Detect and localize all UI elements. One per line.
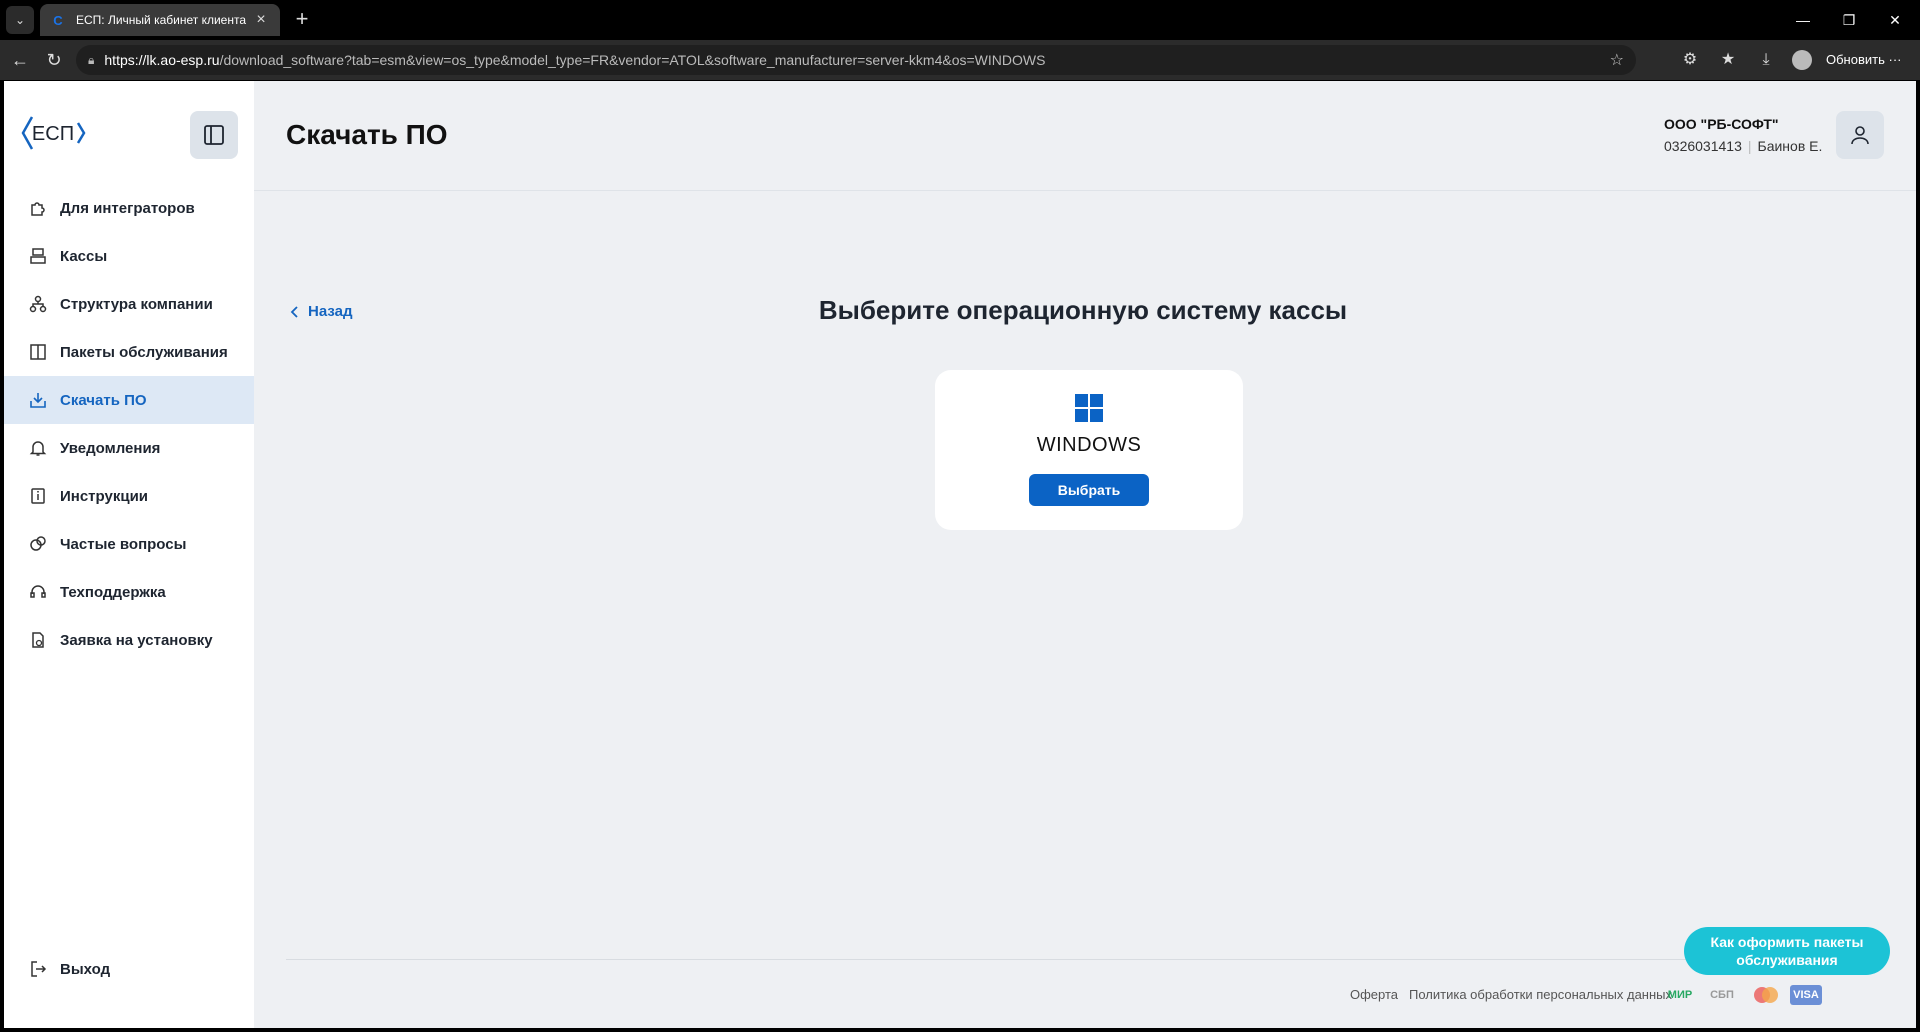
user-profile-button[interactable] xyxy=(1836,111,1884,159)
os-card-windows: WINDOWS Выбрать xyxy=(935,370,1243,530)
sidebar-nav: Для интеграторов Кассы Структура компани… xyxy=(4,184,254,664)
hierarchy-icon xyxy=(28,294,48,314)
mir-payment-icon: МИР xyxy=(1667,989,1693,1001)
sidebar-item-faq[interactable]: Частые вопросы xyxy=(4,520,254,568)
company-details: 0326031413 | Баинов Е. xyxy=(1664,138,1822,154)
sidebar-item-label: Частые вопросы xyxy=(60,535,187,553)
user-icon xyxy=(1851,126,1869,145)
tab-list-chevron-icon[interactable]: ⌄ xyxy=(6,6,34,34)
sidebar-item-support[interactable]: Техподдержка xyxy=(4,568,254,616)
sidebar-item-notifications[interactable]: Уведомления xyxy=(4,424,254,472)
section-heading: Выберите операционную систему кассы xyxy=(818,295,1348,325)
logout-icon xyxy=(28,959,48,979)
sidebar-item-label: Скачать ПО xyxy=(60,391,147,409)
minimize-icon[interactable]: — xyxy=(1780,8,1826,32)
service-packages-help-button[interactable]: Как оформить пакеты обслуживания xyxy=(1684,927,1890,975)
headset-icon xyxy=(28,582,48,602)
offer-link[interactable]: Оферта xyxy=(1350,987,1398,1002)
address-bar: ← ↻ 🔒︎ https://lk.ao-esp.ru/download_sof… xyxy=(0,40,1920,80)
tab-title: ЕСП: Личный кабинет клиента xyxy=(76,13,247,27)
mastercard-payment-icon xyxy=(1748,985,1784,1005)
favorites-icon[interactable]: ★ xyxy=(1716,48,1740,72)
separator: | xyxy=(1747,138,1752,154)
bell-icon xyxy=(28,438,48,458)
back-arrow-icon[interactable]: ← xyxy=(8,48,32,72)
sidebar-item-service-packages[interactable]: Пакеты обслуживания xyxy=(4,328,254,376)
package-icon xyxy=(28,342,48,362)
sidebar-item-download-software[interactable]: Скачать ПО xyxy=(4,376,254,424)
sidebar-item-install-request[interactable]: Заявка на установку xyxy=(4,616,254,664)
sidebar-item-company-structure[interactable]: Структура компании xyxy=(4,280,254,328)
sidebar-item-label: Для интеграторов xyxy=(60,199,195,217)
browser-titlebar: ⌄ C ЕСП: Личный кабинет клиента × + — ❐ … xyxy=(0,0,1920,40)
user-name: Баинов Е. xyxy=(1757,138,1823,154)
sidebar-item-cash-registers[interactable]: Кассы xyxy=(4,232,254,280)
sidebar-item-label: Уведомления xyxy=(60,439,161,457)
sidebar-item-integrators[interactable]: Для интеграторов xyxy=(4,184,254,232)
chevron-left-icon xyxy=(290,305,298,318)
company-name: ООО "РБ-СОФТ" xyxy=(1664,116,1779,132)
profile-avatar[interactable] xyxy=(1792,50,1812,70)
privacy-policy-link[interactable]: Политика обработки персональных данных xyxy=(1409,987,1672,1002)
request-doc-icon xyxy=(28,630,48,650)
page-viewport: ЕСП Для интеграторов Кассы Структура ком… xyxy=(4,81,1916,1028)
company-info: ООО "РБ-СОФТ" 0326031413 | Баинов Е. xyxy=(1664,116,1822,154)
update-browser-button[interactable]: Обновить ··· xyxy=(1826,50,1901,70)
restore-icon[interactable]: ❐ xyxy=(1826,8,1872,32)
logout-button[interactable]: Выход xyxy=(4,945,254,993)
sidebar: ЕСП Для интеграторов Кассы Структура ком… xyxy=(4,81,254,1028)
windows-logo-icon xyxy=(1075,394,1103,422)
company-inn: 0326031413 xyxy=(1664,138,1742,154)
faq-icon xyxy=(28,534,48,554)
visa-payment-icon: VISA xyxy=(1790,985,1822,1005)
url-text: https://lk.ao-esp.ru/download_software?t… xyxy=(104,52,1046,68)
sidebar-toggle-icon xyxy=(204,125,224,145)
back-label: Назад xyxy=(308,303,353,320)
browser-tab[interactable]: C ЕСП: Личный кабинет клиента × xyxy=(40,4,280,36)
sidebar-item-label: Пакеты обслуживания xyxy=(60,343,228,361)
back-link[interactable]: Назад xyxy=(290,303,352,320)
page-title: Скачать ПО xyxy=(286,119,448,150)
esp-logo[interactable]: ЕСП xyxy=(20,113,90,153)
sbp-payment-icon: СБП xyxy=(1710,989,1734,1001)
svg-text:ЕСП: ЕСП xyxy=(32,123,74,145)
logout-label: Выход xyxy=(60,960,111,978)
tab-close-icon[interactable]: × xyxy=(252,11,270,29)
sidebar-item-label: Техподдержка xyxy=(60,583,166,601)
main-content: Скачать ПО ООО "РБ-СОФТ" 0326031413 | Баин… xyxy=(254,81,1916,1028)
page-header: Скачать ПО ООО "РБ-СОФТ" 0326031413 | Баин… xyxy=(254,81,1916,191)
info-book-icon xyxy=(28,486,48,506)
url-field[interactable]: 🔒︎ https://lk.ao-esp.ru/download_softwar… xyxy=(76,45,1636,75)
sidebar-item-label: Заявка на установку xyxy=(60,631,213,649)
sidebar-item-label: Структура компании xyxy=(60,295,213,313)
sidebar-item-label: Кассы xyxy=(60,247,108,265)
footer-divider xyxy=(286,959,1886,960)
cash-register-icon xyxy=(28,246,48,266)
window-close-icon[interactable]: ✕ xyxy=(1872,8,1918,32)
logout-section: Выход xyxy=(4,945,254,993)
new-tab-icon[interactable]: + xyxy=(290,8,314,32)
downloads-icon[interactable]: ⤓ xyxy=(1754,48,1778,72)
sidebar-item-label: Инструкции xyxy=(60,487,149,505)
puzzle-icon xyxy=(28,198,48,218)
download-icon xyxy=(28,390,48,410)
extensions-icon[interactable]: ⚙ xyxy=(1678,48,1702,72)
os-name: WINDOWS xyxy=(1036,434,1142,456)
bookmark-star-icon[interactable]: ☆ xyxy=(1610,50,1624,70)
lock-icon: 🔒︎ xyxy=(88,52,95,67)
reload-icon[interactable]: ↻ xyxy=(42,48,66,72)
select-os-button[interactable]: Выбрать xyxy=(1029,474,1149,506)
sidebar-item-instructions[interactable]: Инструкции xyxy=(4,472,254,520)
sidebar-collapse-button[interactable] xyxy=(190,111,238,159)
esp-favicon-icon: C xyxy=(53,12,63,28)
